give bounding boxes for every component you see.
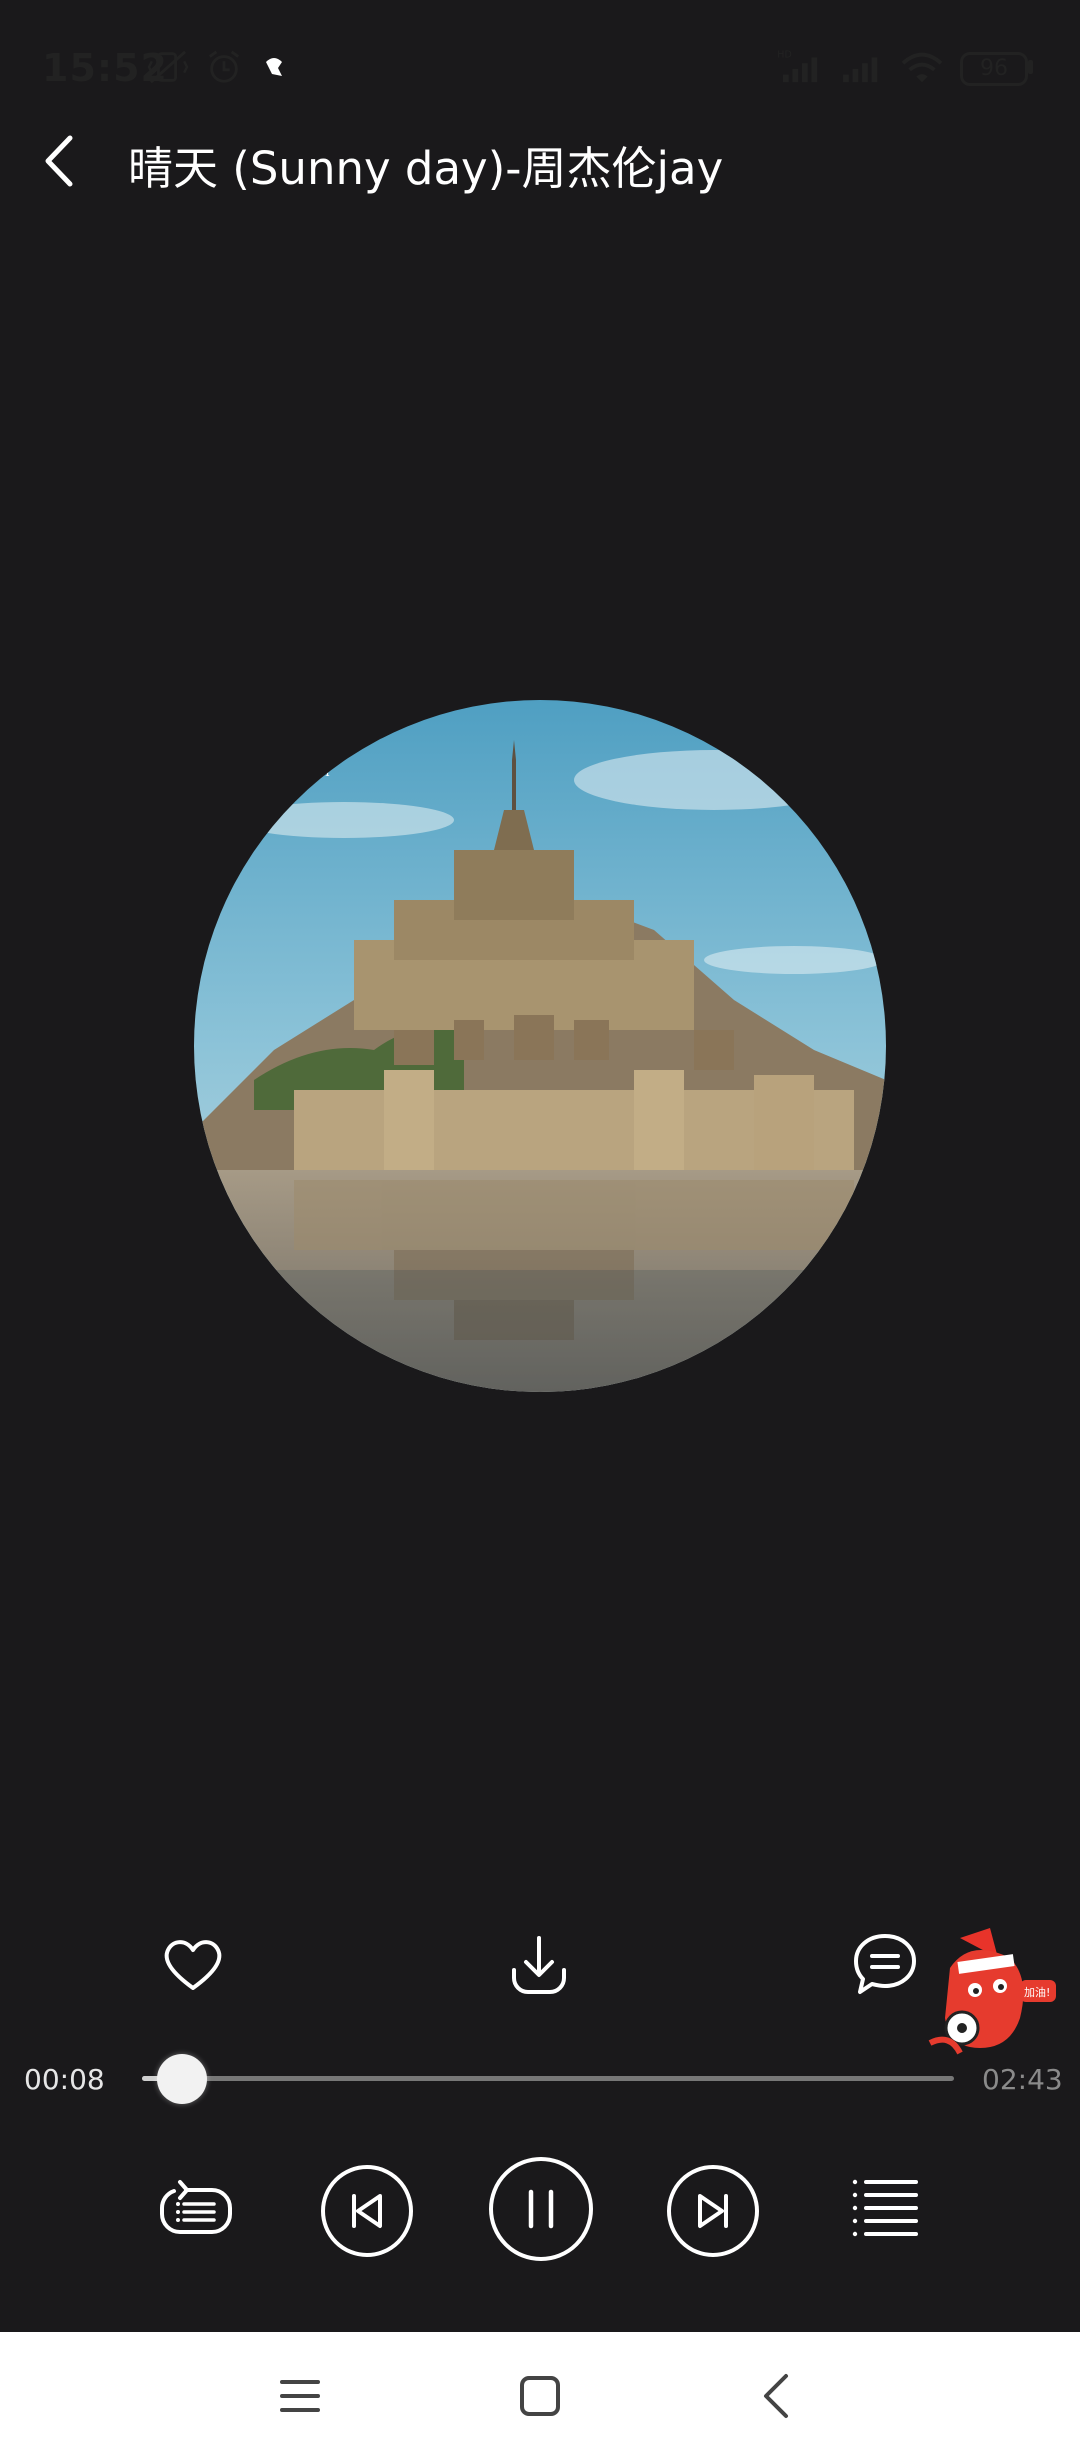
mute-vibrate-icon bbox=[147, 50, 189, 84]
svg-text:加油!: 加油! bbox=[1024, 1985, 1050, 1999]
menu-icon[interactable] bbox=[274, 2370, 326, 2422]
home-icon[interactable] bbox=[514, 2370, 566, 2422]
progress-track[interactable] bbox=[142, 2076, 954, 2081]
album-cover: EST ART bbox=[194, 700, 886, 1392]
next-icon[interactable] bbox=[666, 2164, 760, 2258]
download-icon[interactable] bbox=[504, 1930, 574, 2000]
song-title: 晴天 (Sunny day)-周杰伦jay bbox=[128, 142, 724, 195]
back-icon[interactable] bbox=[752, 2370, 804, 2422]
progress-thumb[interactable] bbox=[156, 2054, 207, 2104]
signal-icon bbox=[843, 57, 878, 83]
comment-icon[interactable] bbox=[850, 1930, 920, 2000]
pause-icon[interactable] bbox=[488, 2156, 594, 2262]
chevron-left-icon[interactable] bbox=[36, 130, 86, 192]
svg-text:ART: ART bbox=[305, 765, 332, 779]
svg-text:EST: EST bbox=[284, 719, 355, 759]
battery-icon: 96 bbox=[960, 52, 1028, 86]
heart-icon[interactable] bbox=[158, 1930, 228, 2000]
previous-icon[interactable] bbox=[320, 2164, 414, 2258]
mascot-sticker[interactable]: 加油! bbox=[920, 1918, 1060, 2058]
alarm-icon bbox=[208, 50, 240, 83]
queue-list-icon[interactable] bbox=[850, 2176, 922, 2242]
current-time: 00:08 bbox=[24, 2063, 105, 2096]
svg-text:HD: HD bbox=[777, 50, 791, 61]
wifi-icon bbox=[901, 52, 943, 83]
total-time: 02:43 bbox=[982, 2063, 1063, 2096]
app-notification-icon bbox=[266, 58, 282, 76]
battery-tip bbox=[1028, 60, 1033, 74]
playlist-loop-icon[interactable] bbox=[156, 2178, 236, 2244]
hd-signal-icon: HD bbox=[777, 50, 818, 83]
